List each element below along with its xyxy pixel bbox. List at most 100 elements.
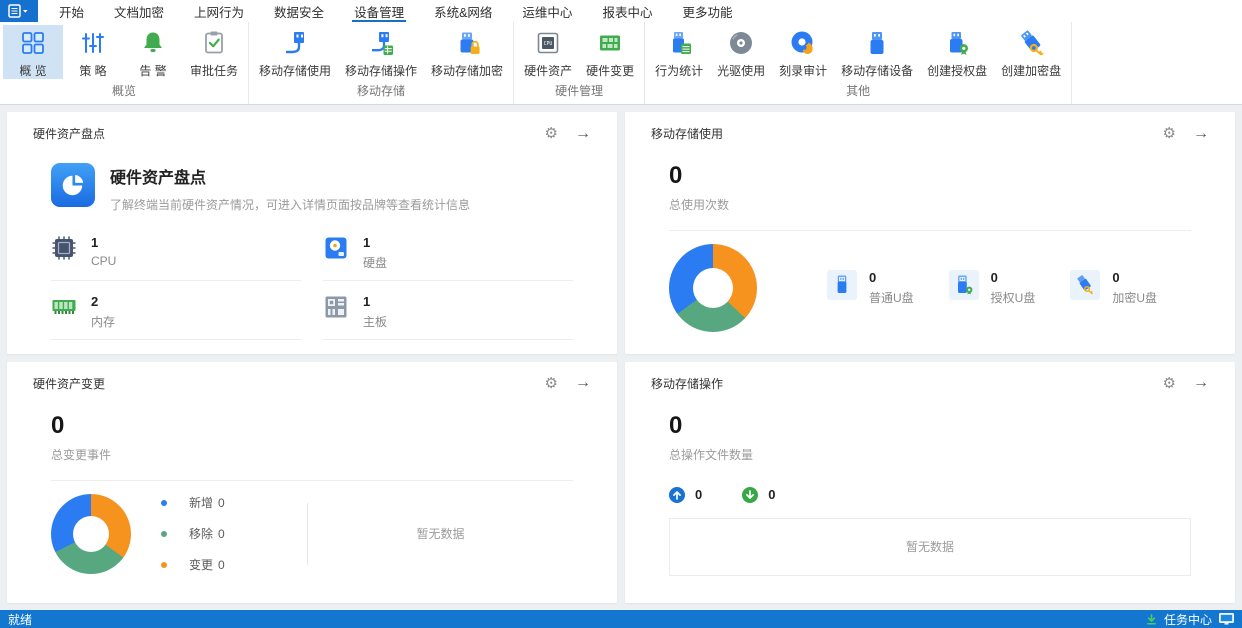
legend-label: 移除: [189, 527, 214, 541]
gear-icon[interactable]: ⚙: [1163, 126, 1176, 141]
stat-encrypt-usb: 0 加密U盘: [1070, 270, 1157, 306]
stat-memory: 2 内存: [51, 294, 301, 340]
approval-clipboard-icon: [205, 31, 223, 54]
ribbon-group-other: 行为统计 光驱使用 刻录审计 移动存储设备 创建授权盘 创建加密盘 其他: [645, 22, 1073, 104]
ribbon-item-cd-usage[interactable]: 光驱使用: [710, 25, 772, 79]
ribbon-item-usb-usage[interactable]: 移动存储使用: [252, 25, 338, 79]
card-storage-operation: 移动存储操作 ⚙ → 0 总操作文件数量 0 0 暂无数据: [625, 361, 1235, 603]
hero-description: 了解终端当前硬件资产情况，可进入详情页面按品牌等查看统计信息: [110, 198, 471, 212]
stat-cpu: 1 CPU: [51, 235, 301, 281]
legend-changed: 变更 0: [161, 556, 279, 573]
ribbon-item-usb-device[interactable]: 移动存储设备: [834, 25, 920, 79]
card-hardware-change: 硬件资产变更 ⚙ → 0 总变更事件 新增 0 移除 0 变更 0 暂无数据: [7, 361, 617, 603]
legend-added: 新增 0: [161, 494, 279, 511]
arrow-right-icon[interactable]: →: [1193, 125, 1209, 142]
hardware-stats: 1 CPU 1 硬盘 2 内存 1 主板: [7, 213, 617, 340]
hero-title: 硬件资产盘点: [110, 170, 207, 187]
encrypt-usb-icon: [1077, 275, 1094, 295]
gear-icon[interactable]: ⚙: [545, 126, 558, 141]
stat-label: 硬盘: [363, 256, 388, 270]
download-arrow-icon: [1147, 613, 1156, 624]
legend-label: 变更: [189, 558, 214, 572]
task-center-button[interactable]: 任务中心: [1146, 611, 1234, 628]
total-usage-count: 0: [669, 162, 683, 189]
pie-chart-app-icon: [51, 163, 95, 207]
stat-label: 普通U盘: [869, 291, 914, 305]
menu-bar: 开始 文档加密 上网行为 数据安全 设备管理 系统&网络 运维中心 报表中心 更…: [0, 0, 1242, 22]
svg-text:CPU: CPU: [544, 41, 553, 47]
ribbon-item-hardware-asset[interactable]: CPU 硬件资产: [517, 25, 579, 79]
ribbon-group-removable-storage: 移动存储使用 移动存储操作 移动存储加密 移动存储: [249, 22, 515, 104]
ribbon-item-create-auth-disk[interactable]: 创建授权盘: [920, 25, 994, 79]
no-data-box: 暂无数据: [669, 517, 1191, 576]
total-operation-count: 0: [669, 411, 683, 439]
download-circle-icon: [742, 486, 759, 503]
arrow-right-icon[interactable]: →: [575, 125, 591, 142]
ribbon-item-hardware-change[interactable]: 硬件变更: [579, 25, 641, 79]
ribbon-item-approval-tasks[interactable]: 审批任务: [183, 25, 245, 79]
menu-item-start[interactable]: 开始: [44, 0, 99, 22]
policy-sliders-icon: [82, 33, 104, 53]
total-change-label: 总变更事件: [51, 447, 112, 462]
monitor-icon[interactable]: [1219, 613, 1234, 625]
no-data-text: 暂无数据: [416, 527, 465, 541]
upload-circle-icon: [669, 486, 685, 503]
stat-value: 0: [1112, 270, 1120, 285]
menu-item-device-mgmt[interactable]: 设备管理: [339, 0, 419, 22]
total-operation-label: 总操作文件数量: [669, 447, 754, 462]
ribbon-group-label: 硬件管理: [555, 84, 604, 98]
ribbon-item-label: 审批任务: [190, 64, 239, 78]
usb-plug-grid-icon: [372, 32, 394, 55]
ribbon-item-behavior-stats[interactable]: 行为统计: [648, 25, 710, 79]
download-value: 0: [768, 487, 776, 502]
main-menu: 开始 文档加密 上网行为 数据安全 设备管理 系统&网络 运维中心 报表中心 更…: [44, 0, 747, 22]
status-bar: 就绪 任务中心: [0, 610, 1242, 628]
stat-label: CPU: [91, 254, 117, 268]
ribbon-item-create-encrypt-disk[interactable]: 创建加密盘: [994, 25, 1068, 79]
stat-disk: 1 硬盘: [323, 235, 573, 281]
ribbon-item-label: 移动存储使用: [259, 64, 332, 78]
total-change-count: 0: [51, 411, 65, 439]
menu-item-more[interactable]: 更多功能: [667, 0, 747, 22]
menu-item-data-security[interactable]: 数据安全: [259, 0, 339, 22]
ribbon-item-usb-operation[interactable]: 移动存储操作: [338, 25, 424, 79]
stat-motherboard: 1 主板: [323, 294, 573, 340]
app-menu-icon: [8, 4, 28, 18]
gear-icon[interactable]: ⚙: [1163, 376, 1176, 391]
menu-item-system-network[interactable]: 系统&网络: [419, 0, 507, 22]
legend-label: 新增: [189, 496, 214, 510]
ribbon-item-label: 硬件资产: [524, 64, 573, 78]
ribbon-group-label: 其他: [846, 84, 871, 98]
legend-value: 0: [218, 526, 225, 541]
stat-value: 1: [363, 235, 371, 250]
ribbon-item-label: 移动存储操作: [345, 64, 418, 78]
download-counter: 0: [742, 486, 776, 503]
usb-stick-icon: [870, 32, 884, 54]
ribbon-item-alert[interactable]: 告 警: [123, 25, 183, 79]
upload-value: 0: [695, 487, 703, 502]
card-title: 移动存储使用: [651, 127, 724, 141]
menu-item-report-center[interactable]: 报表中心: [587, 0, 667, 22]
legend-dot: [161, 561, 167, 568]
menu-item-web-behavior[interactable]: 上网行为: [179, 0, 259, 22]
upload-counter: 0: [669, 486, 703, 503]
ribbon-item-usb-encryption[interactable]: 移动存储加密: [424, 25, 510, 79]
ribbon-item-overview[interactable]: 概 览: [3, 25, 63, 79]
ribbon-item-burn-audit[interactable]: 刻录审计: [772, 25, 834, 79]
menu-item-ops-center[interactable]: 运维中心: [507, 0, 587, 22]
ribbon-item-label: 硬件变更: [586, 64, 635, 78]
ribbon-item-policy[interactable]: 策 略: [63, 25, 123, 79]
motherboard-icon: [325, 296, 347, 318]
app-menu-button[interactable]: [0, 0, 38, 22]
card-storage-usage: 移动存储使用 ⚙ → 0 总使用次数 0 普通U盘 0 授权U盘 0 加密U盘: [625, 112, 1235, 354]
memory-icon: [52, 300, 76, 314]
arrow-right-icon[interactable]: →: [575, 375, 591, 391]
arrow-right-icon[interactable]: →: [1193, 375, 1209, 391]
gear-icon[interactable]: ⚙: [545, 376, 558, 391]
alarm-bell-icon: [144, 32, 162, 52]
legend-dot: [161, 530, 167, 537]
hardware-inventory-hero: 硬件资产盘点 了解终端当前硬件资产情况，可进入详情页面按品牌等查看统计信息: [7, 142, 617, 213]
stat-label: 主板: [363, 315, 388, 329]
menu-item-doc-encryption[interactable]: 文档加密: [99, 0, 179, 22]
card-title: 硬件资产变更: [33, 376, 106, 391]
